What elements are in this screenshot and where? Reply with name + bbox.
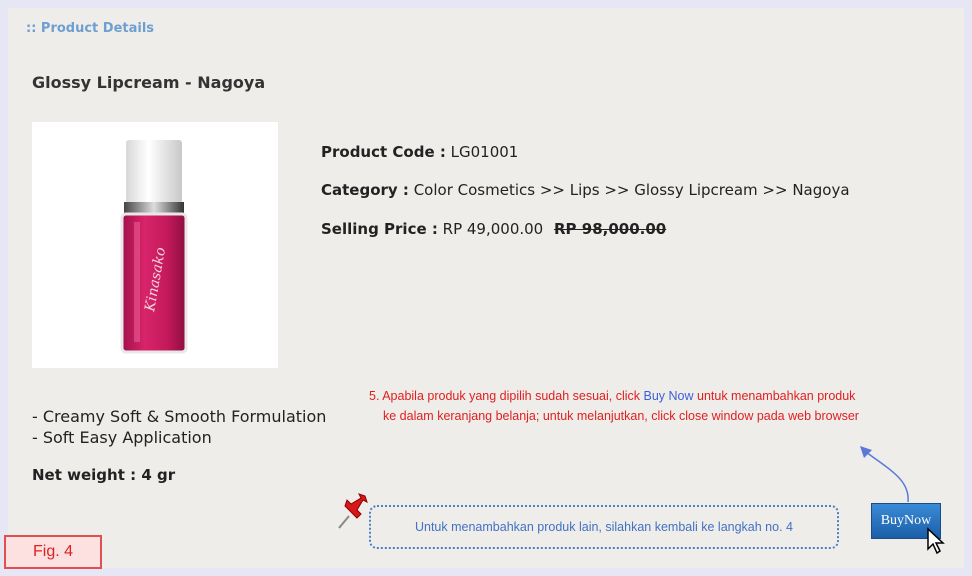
lipcream-bottle-image: Kinasako xyxy=(120,140,188,354)
product-code: Product Code : LG01001 xyxy=(321,143,518,161)
instruction-note-step5: 5. Apabila produk yang dipilih sudah ses… xyxy=(369,386,959,426)
product-image: Kinasako xyxy=(32,122,278,368)
old-price-value: RP 98,000.00 xyxy=(554,220,667,238)
step5-text-a: 5. Apabila produk yang dipilih sudah ses… xyxy=(369,389,644,403)
pushpin-icon xyxy=(338,493,368,529)
product-name: Glossy Lipcream - Nagoya xyxy=(32,73,266,92)
feature-item: - Creamy Soft & Smooth Formulation xyxy=(32,407,327,426)
figure-label: Fig. 4 xyxy=(4,535,102,569)
net-weight: Net weight : 4 gr xyxy=(32,466,175,484)
mouse-cursor-icon xyxy=(927,527,945,555)
net-weight-label: Net weight : xyxy=(32,466,137,484)
feature-list: - Creamy Soft & Smooth Formulation - Sof… xyxy=(32,406,326,448)
product-category: Category : Color Cosmetics >> Lips >> Gl… xyxy=(321,181,850,199)
section-title: :: Product Details xyxy=(26,21,155,36)
product-price: Selling Price : RP 49,000.00 RP 98,000.0… xyxy=(321,220,666,238)
price-label: Selling Price : xyxy=(321,220,438,238)
product-code-value: LG01001 xyxy=(450,143,519,161)
price-value: RP 49,000.00 xyxy=(442,220,544,238)
step5-text-b: untuk menambahkan produk xyxy=(693,389,856,403)
curved-arrow-icon xyxy=(860,446,909,503)
category-label: Category : xyxy=(321,181,409,199)
product-code-label: Product Code : xyxy=(321,143,446,161)
category-value: Color Cosmetics >> Lips >> Glossy Lipcre… xyxy=(413,181,850,199)
step5-line2: ke dalam keranjang belanja; untuk melanj… xyxy=(383,409,859,423)
step5-buy-now-highlight: Buy Now xyxy=(643,389,694,403)
net-weight-value: 4 gr xyxy=(141,466,176,484)
other-product-note-box: Untuk menambahkan produk lain, silahkan … xyxy=(369,505,839,549)
feature-item: - Soft Easy Application xyxy=(32,428,212,447)
other-product-note: Untuk menambahkan produk lain, silahkan … xyxy=(414,520,793,534)
